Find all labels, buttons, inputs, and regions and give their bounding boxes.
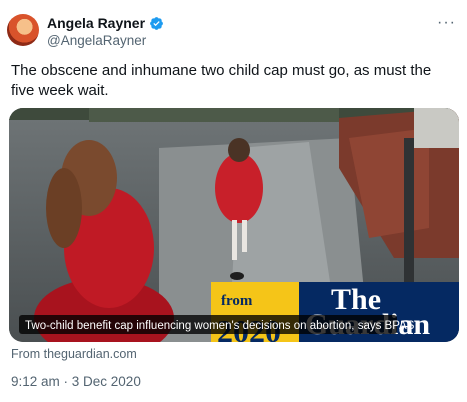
verified-badge-icon xyxy=(150,16,163,30)
card-image: from 2020 The Guardian Two-child benefit… xyxy=(9,108,459,342)
author-handle[interactable]: @AngelaRayner xyxy=(47,33,146,48)
author-row: Angela Rayner xyxy=(47,15,164,31)
badge-from-text: from xyxy=(221,293,253,309)
link-card[interactable]: from 2020 The Guardian Two-child benefit… xyxy=(9,108,459,342)
author-name[interactable]: Angela Rayner xyxy=(47,15,145,31)
tweet-timestamp[interactable]: 9:12 am · 3 Dec 2020 xyxy=(11,374,141,389)
card-headline: Two-child benefit cap influencing women'… xyxy=(25,320,415,332)
tweet-text: The obscene and inhumane two child cap m… xyxy=(11,62,432,99)
more-options-icon[interactable]: ··· xyxy=(437,14,456,32)
avatar[interactable] xyxy=(7,14,39,46)
card-source[interactable]: From theguardian.com xyxy=(11,347,137,361)
